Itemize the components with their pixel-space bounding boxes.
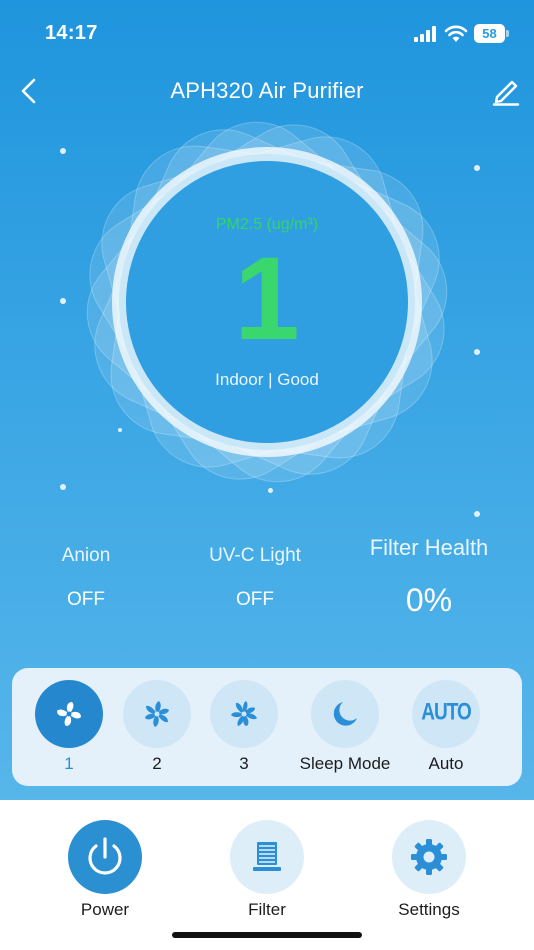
decor-dot [60, 148, 66, 154]
status-time: 14:17 [45, 22, 98, 44]
settings-button[interactable] [392, 820, 466, 894]
mode-sleep-label: Sleep Mode [299, 754, 391, 773]
nav-settings[interactable]: Settings [369, 820, 489, 924]
mode-speed-3-label: 3 [239, 754, 249, 773]
power-label: Power [80, 900, 130, 919]
pm25-gauge: PM2.5 (ug/m³) 1 Indoor | Good [77, 112, 457, 492]
mode-sleep-button[interactable] [311, 680, 379, 748]
pencil-icon[interactable] [490, 76, 522, 106]
pm25-value: 1 [234, 233, 300, 365]
page-title: APH320 Air Purifier [170, 78, 364, 103]
auto-icon: AUTO [421, 699, 471, 726]
filter-icon [253, 842, 281, 871]
power-icon [88, 837, 122, 875]
nav-filter[interactable]: Filter [207, 820, 327, 924]
mode-speed-3[interactable]: 3 [189, 680, 299, 780]
fan-speed-3-icon [231, 701, 257, 726]
mode-auto[interactable]: AUTO Auto [391, 680, 501, 780]
gear-icon [411, 839, 447, 875]
battery-level: 58 [474, 24, 505, 43]
filter-health-value: 0% [405, 582, 453, 618]
mode-sleep[interactable]: Sleep Mode [290, 680, 400, 780]
bottom-nav: Power Filter Settings [0, 800, 534, 950]
anion-value: OFF [67, 589, 105, 610]
decor-dot [60, 484, 66, 490]
uvc-light-value: OFF [236, 589, 274, 610]
fan-speed-2-icon [145, 701, 169, 727]
battery-icon: 58 [474, 24, 510, 43]
decor-dot [474, 349, 480, 355]
filter-health-label: Filter Health [369, 535, 489, 560]
nav-power[interactable]: Power [45, 820, 165, 924]
signal-icon [414, 26, 436, 42]
decor-dot [474, 511, 480, 517]
filter-button[interactable] [230, 820, 304, 894]
home-indicator [172, 932, 362, 938]
fan-mode-panel: 1 2 3 Sleep Mode AUTO Auto [12, 668, 522, 786]
air-quality-status: Indoor | Good [215, 370, 319, 389]
mode-speed-1-button[interactable] [35, 680, 103, 748]
mode-speed-3-button[interactable] [210, 680, 278, 748]
main-screen: 14:17 58 APH320 Air Purifier PM2.5 (ug/m… [0, 0, 534, 800]
power-button[interactable] [68, 820, 142, 894]
decor-dot [474, 165, 480, 171]
status-bar: 14:17 58 [0, 0, 534, 64]
decor-dot [60, 298, 66, 304]
mode-speed-2-button[interactable] [123, 680, 191, 748]
mode-auto-label: Auto [428, 754, 464, 773]
filter-label: Filter [248, 900, 286, 919]
pm25-label: PM2.5 (ug/m³) [215, 216, 319, 233]
settings-label: Settings [398, 900, 460, 919]
wifi-icon [444, 25, 468, 42]
moon-icon [333, 702, 357, 726]
fan-speed-1-icon [57, 702, 81, 726]
uvc-light-label: UV-C Light [209, 545, 301, 566]
anion-label: Anion [61, 545, 111, 566]
mode-auto-button[interactable]: AUTO [412, 680, 480, 748]
